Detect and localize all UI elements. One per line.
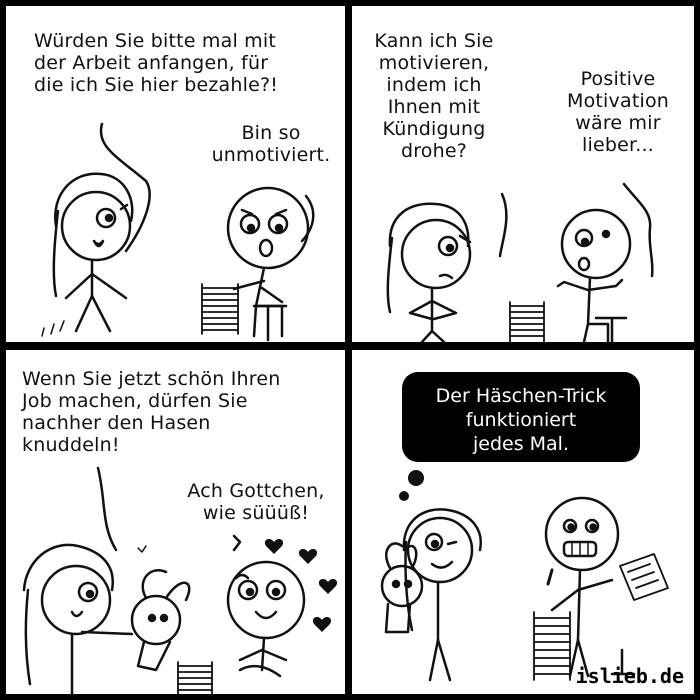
comic-panel-2: Kann ich Sie motivieren, indem ich Ihnen… — [352, 6, 694, 342]
comic-panel-3: Wenn Sie jetzt schön Ihren Job machen, d… — [6, 350, 345, 694]
clipboard-icon — [619, 553, 669, 601]
panel-3-drawing — [22, 466, 338, 694]
paper-stack — [533, 568, 571, 681]
thought-dots — [399, 470, 424, 501]
man-figure — [226, 560, 306, 678]
comic-panel-1: Würden Sie bitte mal mit der Arbeit anfa… — [6, 6, 345, 342]
woman-figure — [402, 508, 482, 682]
bunny-toy — [380, 542, 424, 634]
speech-tail — [232, 534, 242, 552]
paper-stack — [201, 283, 239, 335]
speech-tail — [96, 466, 118, 552]
panel-1-drawing — [41, 122, 315, 342]
paper-stack — [177, 661, 213, 694]
signature-logo: islieb.de — [575, 664, 684, 688]
woman-figure — [22, 543, 134, 694]
bunny-toy — [130, 569, 191, 672]
paper-stack — [509, 301, 545, 342]
woman-figure — [41, 172, 134, 337]
panel-2-drawing — [386, 182, 654, 342]
man-figure — [556, 208, 632, 342]
speech-tail — [498, 192, 508, 258]
comic-panel-4: Der Häschen-Trick funktioniert jedes Mal… — [352, 350, 694, 694]
woman-figure — [386, 202, 472, 342]
panel-4-drawing — [380, 470, 669, 682]
pen-icon — [546, 568, 554, 586]
